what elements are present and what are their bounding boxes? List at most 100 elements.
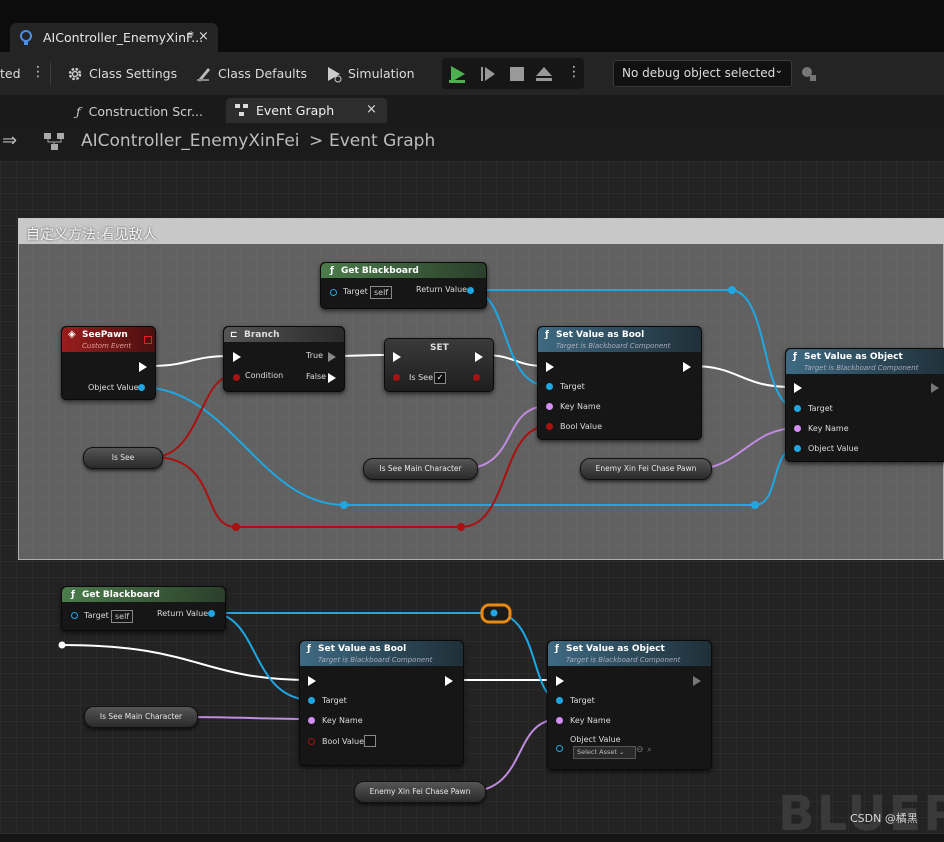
variable-label: Is See [111,453,135,462]
object-value-pin[interactable] [556,745,563,752]
simulation-button[interactable]: Simulation [325,52,415,95]
node-subtitle: Target is Blackboard Component [556,342,671,350]
play-options-icon[interactable]: ⋮ [567,64,581,80]
debug-filter-icon[interactable] [801,66,817,82]
is-see-in-pin[interactable] [393,374,400,381]
target-label: Target [560,382,585,391]
return-value-label: Return Value [416,285,468,294]
variable-label: Enemy Xin Fei Chase Pawn [595,464,697,473]
set-value-as-bool-node-2[interactable]: ƒ Set Value as Bool Target is Blackboard… [299,640,464,766]
key-name-pin[interactable] [556,717,563,724]
key-name-pin[interactable] [308,717,315,724]
return-value-pin[interactable] [208,610,215,617]
key-name-pin[interactable] [546,403,553,410]
bool-value-pin[interactable] [308,738,315,745]
target-pin[interactable] [330,289,337,296]
false-exec-pin[interactable] [328,373,336,383]
get-blackboard-node-2[interactable]: ƒ Get Blackboard Target self Return Valu… [61,586,226,631]
use-selected-icon[interactable]: ⊖ [636,745,644,755]
exec-out-pin[interactable] [683,362,691,372]
bool-value-label: Bool Value [322,737,365,746]
node-title: Set Value as Bool [556,330,645,340]
document-tab[interactable]: AIController_EnemyXinF... * × [10,23,218,52]
object-value-pin[interactable] [138,384,145,391]
branch-node[interactable]: ⊏ Branch True Condition False [223,326,345,392]
class-settings-button[interactable]: Class Settings [66,52,177,95]
self-box[interactable]: self [370,286,393,299]
exec-in-pin[interactable] [233,352,241,362]
tab-construction-label: Construction Scr... [88,103,203,119]
true-exec-pin[interactable] [328,352,336,362]
condition-pin[interactable] [233,374,240,381]
tab-construction-script[interactable]: ƒ Construction Scr... [76,99,203,123]
class-defaults-button[interactable]: Class Defaults [195,52,307,95]
step-icon[interactable] [480,66,496,82]
graph-hierarchy-icon [44,133,64,150]
browse-icon[interactable]: ⌕ [647,745,652,755]
is-see-getter[interactable]: Is See [83,447,163,469]
exec-in-pin[interactable] [794,383,802,393]
stop-icon[interactable] [509,66,525,82]
is-see-main-character-getter[interactable]: Is See Main Character [363,458,478,480]
variable-label: Enemy Xin Fei Chase Pawn [369,787,471,796]
bool-value-checkbox[interactable] [364,735,376,747]
key-name-label: Key Name [322,716,363,725]
get-blackboard-node[interactable]: ƒ Get Blackboard Target self Return Valu… [320,262,487,309]
tab-event-graph[interactable]: Event Graph × [226,98,387,123]
breadcrumb-graph[interactable]: Event Graph [329,131,435,151]
return-value-label: Return Value [157,609,209,618]
function-icon: ƒ [545,330,549,340]
node-subtitle: Target is Blackboard Component [566,656,681,664]
target-pin[interactable] [546,383,553,390]
set-value-as-bool-node[interactable]: ƒ Set Value as Bool Target is Blackboard… [537,326,702,440]
object-value-pin[interactable] [794,445,801,452]
function-icon: ƒ [71,590,75,600]
node-title: Set Value as Object [566,644,665,654]
target-label: Target [808,404,833,413]
enemy-chase-pawn-getter-2[interactable]: Enemy Xin Fei Chase Pawn [354,781,486,803]
select-asset-dropdown[interactable]: Select Asset ⌄ [573,746,636,759]
is-see-checkbox[interactable]: ✓ [434,372,446,384]
more-options-icon[interactable]: ⋮ [31,64,45,80]
exec-in-pin[interactable] [393,352,401,362]
is-see-main-character-getter-2[interactable]: Is See Main Character [84,706,198,728]
exec-out-pin[interactable] [475,352,483,362]
function-icon: ƒ [76,103,81,119]
class-defaults-icon [197,67,210,82]
exec-out-pin[interactable] [931,383,939,393]
forward-arrow-icon[interactable]: ⇒ [2,130,17,151]
toolbar-cut-label[interactable]: ted [0,52,21,95]
target-pin[interactable] [794,405,801,412]
key-name-pin[interactable] [794,425,801,432]
is-see-out-pin[interactable] [473,374,480,381]
node-title: Set Value as Bool [318,644,407,654]
exec-in-pin[interactable] [308,676,316,686]
target-pin[interactable] [71,612,78,619]
close-event-graph-button[interactable]: × [366,102,377,117]
set-value-as-object-node-2[interactable]: ƒ Set Value as Object Target is Blackboa… [547,640,712,770]
set-variable-node[interactable]: SET Is See ✓ [384,338,494,392]
event-graph-icon [235,104,248,116]
condition-label: Condition [245,371,284,380]
target-pin[interactable] [308,697,315,704]
target-pin[interactable] [556,697,563,704]
breadcrumb-blueprint[interactable]: AIController_EnemyXinFei [81,131,300,151]
exec-in-pin[interactable] [556,676,564,686]
exec-out-pin[interactable] [139,362,147,372]
play-icon[interactable] [448,64,468,84]
eject-icon[interactable] [535,66,553,82]
seepawn-event-node[interactable]: ◈ SeePawn Custom Event Object Value [61,326,156,400]
enemy-chase-pawn-getter[interactable]: Enemy Xin Fei Chase Pawn [580,458,712,480]
tab-event-graph-label: Event Graph [256,103,335,118]
return-value-pin[interactable] [467,287,474,294]
set-value-as-object-node[interactable]: ƒ Set Value as Object Target is Blackboa… [785,348,944,462]
debug-object-dropdown[interactable]: No debug object selected ⌄ [613,60,792,87]
exec-out-pin[interactable] [445,676,453,686]
close-tab-button[interactable]: × [198,29,209,44]
self-box[interactable]: self [111,610,134,623]
exec-out-pin[interactable] [693,676,701,686]
bool-value-pin[interactable] [546,423,553,430]
delegate-pin[interactable] [144,336,152,344]
debug-object-value: No debug object selected [622,66,776,80]
exec-in-pin[interactable] [546,362,554,372]
